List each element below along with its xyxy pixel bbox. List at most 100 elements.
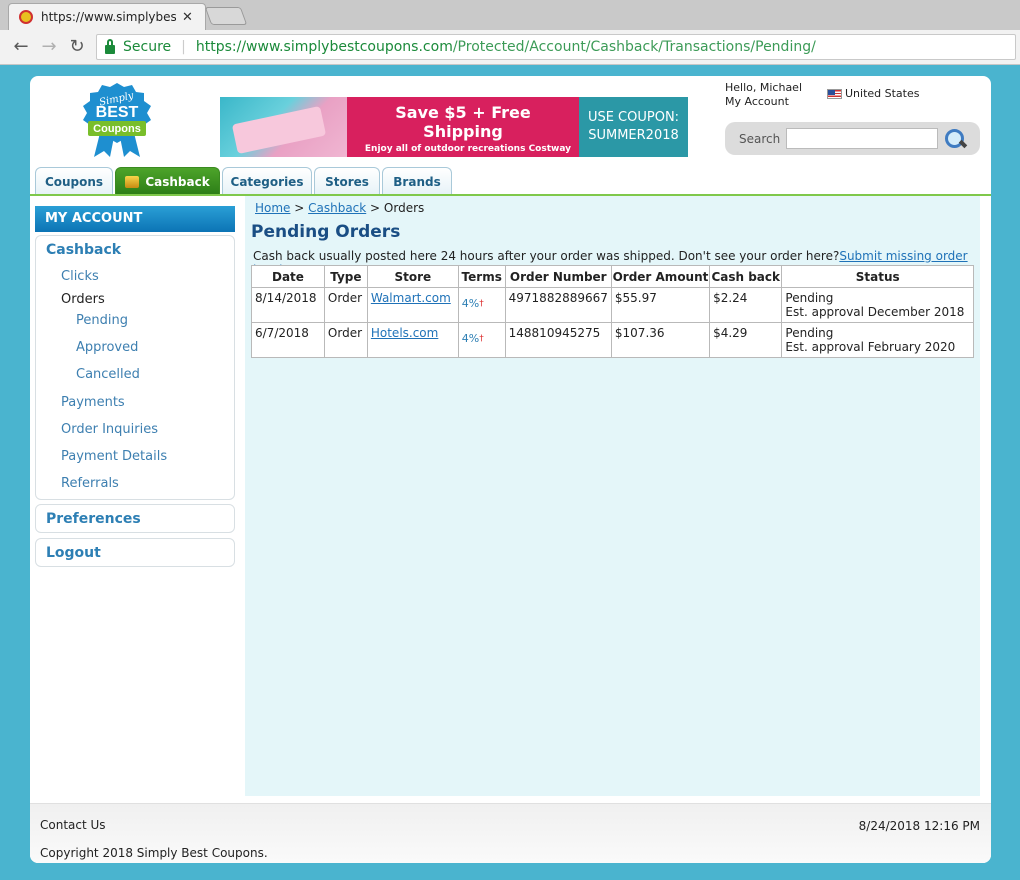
order-status: Pending Est. approval December 2018 bbox=[781, 287, 974, 323]
store-link[interactable]: Walmart.com bbox=[371, 291, 451, 305]
search-input[interactable] bbox=[786, 128, 938, 149]
sidebar-item-cancelled[interactable]: Cancelled bbox=[76, 367, 140, 382]
terms-value: 4% bbox=[461, 297, 480, 310]
search-icon[interactable] bbox=[942, 127, 968, 151]
search-bar: Search bbox=[725, 122, 980, 155]
table-row: 6/7/2018 Order Hotels.com 4%† 1488109452… bbox=[251, 322, 974, 358]
status-text: Pending bbox=[785, 326, 834, 340]
country-label: United States bbox=[845, 87, 920, 100]
terms-link[interactable]: 4%† bbox=[462, 291, 484, 311]
terms-footnote-mark: † bbox=[479, 299, 484, 309]
order-terms: 4%† bbox=[457, 287, 506, 323]
page-title: Pending Orders bbox=[251, 222, 401, 242]
close-icon[interactable]: ✕ bbox=[182, 10, 193, 25]
order-date: 8/14/2018 bbox=[251, 287, 325, 323]
site-logo[interactable]: Simply BEST Coupons bbox=[76, 81, 158, 159]
favicon-icon bbox=[19, 10, 33, 24]
lock-icon bbox=[105, 38, 115, 54]
search-label: Search bbox=[739, 131, 781, 146]
column-header-store: Store bbox=[366, 265, 459, 288]
status-approval: Est. approval February 2020 bbox=[785, 340, 956, 354]
browser-tab[interactable]: https://www.simplybestcc ✕ bbox=[8, 3, 206, 30]
column-header-cashback: Cash back bbox=[709, 265, 783, 288]
terms-link[interactable]: 4%† bbox=[462, 326, 484, 346]
banner-coupon-code: SUMMER2018 bbox=[588, 128, 679, 143]
breadcrumb-separator: > bbox=[366, 201, 384, 215]
order-amount: $107.36 bbox=[610, 322, 711, 358]
banner-coupon-label: USE COUPON: bbox=[587, 110, 680, 125]
breadcrumb-current: Orders bbox=[383, 201, 425, 215]
new-tab-button[interactable] bbox=[204, 7, 248, 25]
store-link[interactable]: Hotels.com bbox=[371, 326, 438, 340]
sidebar-item-payments[interactable]: Payments bbox=[61, 395, 125, 410]
sidebar-item-approved[interactable]: Approved bbox=[76, 340, 138, 355]
user-greeting: Hello, Michael My Account bbox=[725, 81, 802, 109]
column-header-order-number: Order Number bbox=[504, 265, 612, 288]
order-cashback: $4.29 bbox=[709, 322, 783, 358]
column-header-status: Status bbox=[781, 265, 974, 288]
breadcrumb-home[interactable]: Home bbox=[255, 201, 290, 215]
column-header-terms: Terms bbox=[457, 265, 506, 288]
order-amount: $55.97 bbox=[610, 287, 711, 323]
terms-footnote-mark: † bbox=[479, 334, 484, 344]
sidebar-item-clicks[interactable]: Clicks bbox=[61, 269, 99, 284]
url-path: /Protected/Account/Cashback/Transactions… bbox=[452, 39, 816, 55]
tab-categories[interactable]: Categories bbox=[222, 167, 312, 195]
column-header-date: Date bbox=[251, 265, 325, 288]
page-card: Simply BEST Coupons Save $5 + Free Shipp… bbox=[30, 76, 991, 863]
order-date: 6/7/2018 bbox=[251, 322, 325, 358]
url-host: https://www.simplybestcoupons.com bbox=[195, 39, 453, 55]
forward-arrow-icon[interactable]: → bbox=[38, 36, 60, 57]
address-bar: ← → ↻ Secure | https://www.simplybestcou… bbox=[0, 30, 1020, 65]
contact-us-link[interactable]: Contact Us bbox=[40, 818, 106, 832]
main-tabs: Coupons Cashback Categories Stores Brand… bbox=[35, 167, 452, 195]
order-store: Walmart.com bbox=[366, 287, 459, 323]
us-flag-icon bbox=[827, 88, 842, 99]
logo-text-best: BEST bbox=[96, 104, 139, 121]
sidebar-item-preferences[interactable]: Preferences bbox=[46, 511, 141, 527]
sidebar-item-payment-details[interactable]: Payment Details bbox=[61, 449, 167, 464]
sidebar-item-cashback[interactable]: Cashback bbox=[46, 242, 121, 258]
banner-headline: Save $5 + Free Shipping bbox=[395, 103, 531, 141]
my-account-heading: MY ACCOUNT bbox=[35, 206, 235, 232]
logout-menu: Logout bbox=[35, 538, 235, 567]
hello-text: Hello, Michael bbox=[725, 81, 803, 94]
breadcrumb: Home > Cashback > Orders bbox=[255, 201, 424, 215]
sidebar-item-orders[interactable]: Orders bbox=[61, 292, 105, 307]
reload-icon[interactable]: ↻ bbox=[66, 36, 88, 57]
coins-icon bbox=[125, 175, 140, 188]
order-type: Order bbox=[323, 322, 368, 358]
back-arrow-icon[interactable]: ← bbox=[10, 36, 32, 57]
column-header-type: Type bbox=[323, 265, 368, 288]
sidebar-item-logout[interactable]: Logout bbox=[46, 545, 101, 561]
sidebar-item-order-inquiries[interactable]: Order Inquiries bbox=[61, 422, 158, 437]
page-footer: Contact Us 8/24/2018 12:16 PM Copyright … bbox=[30, 803, 991, 863]
footer-timestamp: 8/24/2018 12:16 PM bbox=[858, 819, 980, 833]
breadcrumb-separator: > bbox=[290, 201, 309, 215]
order-number: 4971882889667 bbox=[504, 287, 612, 323]
tab-coupons[interactable]: Coupons bbox=[35, 167, 113, 195]
order-number: 148810945275 bbox=[504, 322, 612, 358]
tab-brands[interactable]: Brands bbox=[382, 167, 452, 195]
my-account-link[interactable]: My Account bbox=[725, 95, 802, 109]
breadcrumb-cashback[interactable]: Cashback bbox=[308, 201, 366, 215]
browser-tab-bar: https://www.simplybestcc ✕ bbox=[0, 0, 1020, 30]
main-content: Home > Cashback > Orders Pending Orders … bbox=[245, 196, 980, 796]
column-header-order-amount: Order Amount bbox=[610, 265, 711, 288]
country-selector[interactable]: United States bbox=[827, 87, 920, 100]
sidebar-item-referrals[interactable]: Referrals bbox=[61, 476, 119, 491]
order-store: Hotels.com bbox=[366, 322, 459, 358]
status-text: Pending bbox=[785, 291, 834, 305]
url-input[interactable]: Secure | https://www.simplybestcoupons.c… bbox=[96, 34, 1016, 60]
tab-cashback[interactable]: Cashback bbox=[115, 167, 220, 195]
order-terms: 4%† bbox=[457, 322, 506, 358]
order-status: Pending Est. approval February 2020 bbox=[781, 322, 974, 358]
url-separator: | bbox=[181, 39, 186, 55]
tab-stores[interactable]: Stores bbox=[314, 167, 380, 195]
logo-text-coupons: Coupons bbox=[93, 123, 141, 135]
sidebar-item-pending[interactable]: Pending bbox=[76, 313, 128, 328]
cashback-menu: Cashback Clicks Orders Pending Approved … bbox=[35, 235, 235, 500]
banner-subtext: Enjoy all of outdoor recreations Costway… bbox=[364, 144, 571, 154]
promo-banner[interactable]: Save $5 + Free Shipping Enjoy all of out… bbox=[220, 97, 688, 157]
table-row: 8/14/2018 Order Walmart.com 4%† 49718828… bbox=[251, 287, 974, 323]
